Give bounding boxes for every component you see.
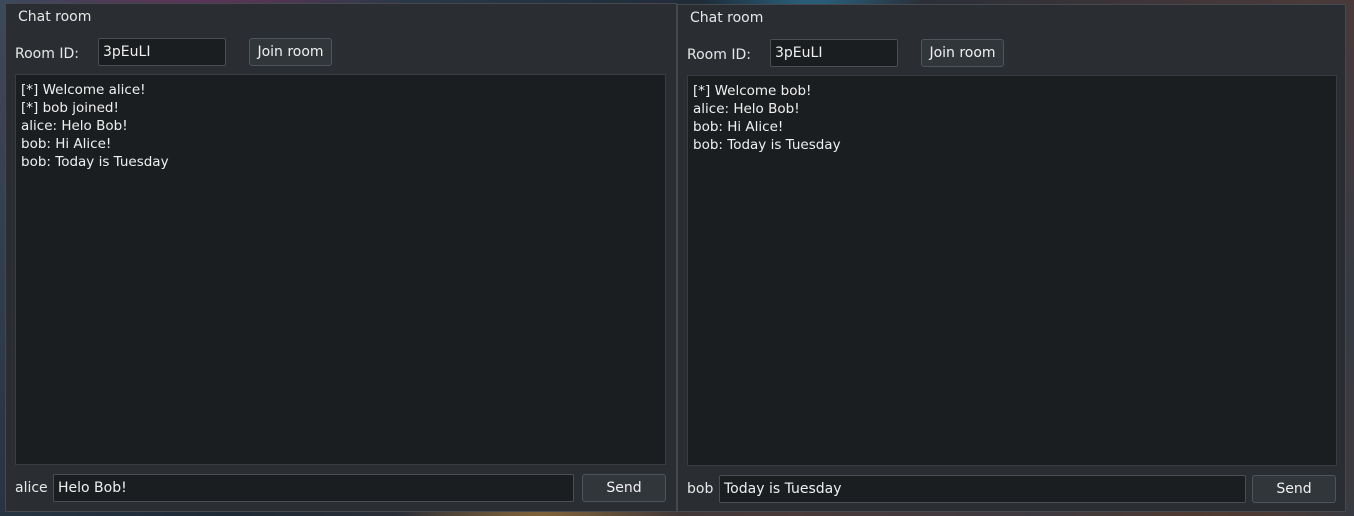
window-title: Chat room (690, 10, 764, 26)
message-line: bob: Today is Tuesday (21, 154, 169, 170)
room-id-input[interactable]: 3pEuLI (770, 39, 898, 67)
send-button[interactable]: Send (582, 474, 666, 502)
message-input[interactable]: Today is Tuesday (719, 475, 1246, 503)
message-input[interactable]: Helo Bob! (53, 474, 574, 502)
message-line: alice: Helo Bob! (693, 101, 800, 117)
chat-window-bob: Chat room Room ID: 3pEuLI Join room [*] … (677, 4, 1346, 512)
message-line: bob: Hi Alice! (693, 119, 784, 135)
message-line: [*] bob joined! (21, 100, 119, 116)
window-title: Chat room (18, 9, 92, 25)
message-line: bob: Today is Tuesday (693, 137, 841, 153)
username-label: alice (15, 480, 48, 496)
room-id-label: Room ID: (687, 47, 751, 63)
room-id-input[interactable]: 3pEuLI (98, 38, 226, 66)
message-log[interactable]: [*] Welcome bob! alice: Helo Bob! bob: H… (687, 75, 1337, 466)
message-line: alice: Helo Bob! (21, 118, 128, 134)
chat-window-alice: Chat room Room ID: 3pEuLI Join room [*] … (5, 3, 677, 512)
join-room-button[interactable]: Join room (921, 39, 1004, 67)
room-id-label: Room ID: (15, 46, 79, 62)
message-line: [*] Welcome alice! (21, 82, 146, 98)
message-log[interactable]: [*] Welcome alice! [*] bob joined! alice… (15, 74, 666, 465)
join-room-button[interactable]: Join room (249, 38, 332, 66)
send-button[interactable]: Send (1252, 475, 1336, 503)
message-line: bob: Hi Alice! (21, 136, 112, 152)
username-label: bob (687, 481, 714, 497)
message-line: [*] Welcome bob! (693, 83, 812, 99)
